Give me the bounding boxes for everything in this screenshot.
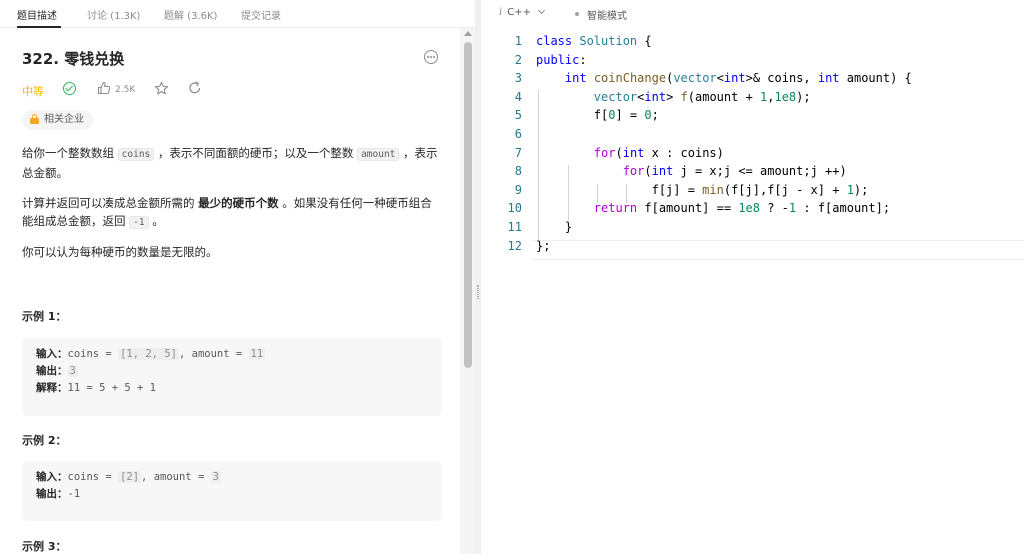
problem-title: 322. 零钱兑换 bbox=[22, 50, 125, 68]
lock-icon bbox=[30, 114, 39, 124]
problem-content: 322. 零钱兑换 中等 2.5K 相关企业 给你一个整数数组 coins ，表… bbox=[0, 28, 460, 554]
share-icon[interactable] bbox=[188, 81, 202, 95]
description-paragraph-1: 给你一个整数数组 coins ，表示不同面额的硬币；以及一个整数 amount … bbox=[22, 146, 438, 180]
description-paragraph-3: 你可以认为每种硬币的数量是无限的。 bbox=[22, 245, 218, 259]
drag-grip-icon[interactable] bbox=[477, 285, 479, 299]
code-text: } bbox=[536, 220, 573, 234]
example-2-output: 输出：-1 bbox=[36, 488, 81, 500]
more-options-icon[interactable] bbox=[424, 50, 438, 64]
code-line: 7 for(int x : coins) bbox=[481, 146, 1025, 165]
inline-code-coins: coins bbox=[117, 148, 155, 161]
example-2-input: 输入：coins = [2], amount = 3 bbox=[36, 471, 221, 483]
current-line-highlight-bottom bbox=[531, 259, 1025, 260]
line-number: 6 bbox=[514, 127, 522, 141]
star-icon[interactable] bbox=[154, 81, 169, 96]
example-1-input: 输入：coins = [1, 2, 5], amount = 11 bbox=[36, 348, 266, 360]
example-2-box: 输入：coins = [2], amount = 3 输出：-1 bbox=[22, 461, 442, 521]
example-1-heading: 示例 1： bbox=[22, 310, 67, 323]
mode-dot-icon bbox=[575, 12, 579, 16]
code-text: }; bbox=[536, 238, 551, 253]
emphasis-text: 最少的硬币个数 bbox=[198, 196, 279, 210]
code-text: int coinChange(vector<int>& coins, int a… bbox=[564, 71, 912, 86]
problem-panel: 题目描述 讨论 (1.3K) 题解 (3.6K) 提交记录 322. 零钱兑换 … bbox=[0, 0, 475, 554]
code-editor[interactable]: 1 class Solution { 2 public: 3 int coinCha… bbox=[481, 34, 1025, 554]
tab-solutions[interactable]: 题解 (3.6K) bbox=[164, 7, 217, 22]
line-number: 7 bbox=[514, 145, 522, 160]
editor-toolbar: i C++ 智能模式 bbox=[481, 0, 1025, 28]
language-label: C++ bbox=[507, 7, 531, 18]
code-text: f[0] = 0; bbox=[536, 108, 659, 123]
code-text: f[j] = min(f[j],f[j - x] + 1); bbox=[536, 182, 869, 197]
code-line: 8 for(int j = x;j <= amount;j ++) bbox=[481, 164, 1025, 183]
example-1-box: 输入：coins = [1, 2, 5], amount = 11 输出： 3 解… bbox=[22, 338, 442, 416]
code-line: 2 public: bbox=[481, 53, 1025, 72]
code-line: 11 } bbox=[481, 220, 1025, 239]
code-line: 5 f[0] = 0; bbox=[481, 108, 1025, 127]
line-number: 3 bbox=[514, 71, 522, 86]
line-number: 12 bbox=[507, 238, 522, 253]
code-line: 6 bbox=[481, 127, 1025, 146]
code-editor-panel: i C++ 智能模式 1 class Solution { 2 public: 3 i… bbox=[481, 0, 1025, 554]
code-text: for(int j = x;j <= amount;j ++) bbox=[622, 164, 847, 179]
line-number: 1 bbox=[514, 34, 522, 48]
difficulty-badge: 中等 bbox=[22, 85, 44, 98]
line-number: 8 bbox=[514, 164, 522, 179]
code-text: public: bbox=[536, 52, 587, 67]
inline-code-amount: amount bbox=[357, 148, 400, 161]
code-text: vector<int> f(amount + 1,1e8); bbox=[593, 89, 811, 104]
problem-meta: 中等 2.5K bbox=[22, 81, 282, 99]
smart-mode-toggle[interactable]: 智能模式 bbox=[587, 7, 627, 22]
description-scrollbar[interactable] bbox=[460, 28, 475, 554]
scrollbar-thumb[interactable] bbox=[464, 42, 472, 368]
line-number: 10 bbox=[507, 201, 522, 216]
code-line: 9 f[j] = min(f[j],f[j - x] + 1); bbox=[481, 183, 1025, 202]
example-1-explanation: 解释：11 = 5 + 5 + 1 bbox=[36, 382, 157, 394]
line-number: 2 bbox=[514, 52, 522, 67]
code-line: 10 return f[amount] == 1e8 ? -1 : f[amou… bbox=[481, 201, 1025, 220]
description-paragraph-2: 计算并返回可以凑成总金额所需的 最少的硬币个数 。如果没有任何一种硬币组合能组成… bbox=[22, 196, 432, 229]
code-line: 3 int coinChange(vector<int>& coins, int… bbox=[481, 71, 1025, 90]
line-number: 11 bbox=[507, 220, 522, 234]
code-line: 4 vector<int> f(amount + 1,1e8); bbox=[481, 90, 1025, 109]
line-number: 4 bbox=[514, 89, 522, 104]
tab-submissions[interactable]: 提交记录 bbox=[241, 7, 281, 22]
line-number: 9 bbox=[514, 182, 522, 197]
thumbs-up-icon[interactable] bbox=[97, 81, 111, 95]
code-text: return f[amount] == 1e8 ? -1 : f[amount]… bbox=[593, 201, 891, 216]
chevron-down-icon bbox=[537, 6, 545, 15]
language-select[interactable]: i C++ bbox=[499, 6, 545, 18]
example-3-heading: 示例 3： bbox=[22, 540, 67, 553]
example-2-heading: 示例 2： bbox=[22, 434, 67, 447]
code-line: 12}; bbox=[481, 239, 1025, 258]
company-tag-label: 相关企业 bbox=[44, 114, 84, 125]
code-text: class Solution { bbox=[536, 34, 652, 48]
tab-description[interactable]: 题目描述 bbox=[17, 7, 57, 22]
inline-code-minus-one: -1 bbox=[129, 216, 149, 229]
example-1-output: 输出： 3 bbox=[36, 365, 78, 377]
problem-tabbar: 题目描述 讨论 (1.3K) 题解 (3.6K) 提交记录 bbox=[0, 0, 475, 28]
check-circle-icon bbox=[63, 82, 76, 95]
scroll-up-icon[interactable] bbox=[464, 31, 472, 36]
tab-discussion[interactable]: 讨论 (1.3K) bbox=[87, 7, 140, 22]
related-companies-tag[interactable]: 相关企业 bbox=[22, 110, 93, 130]
code-text: for(int x : coins) bbox=[593, 145, 724, 160]
code-line: 1 class Solution { bbox=[481, 34, 1025, 53]
info-icon: i bbox=[499, 7, 503, 18]
line-number: 5 bbox=[514, 108, 522, 123]
like-count: 2.5K bbox=[115, 85, 136, 95]
